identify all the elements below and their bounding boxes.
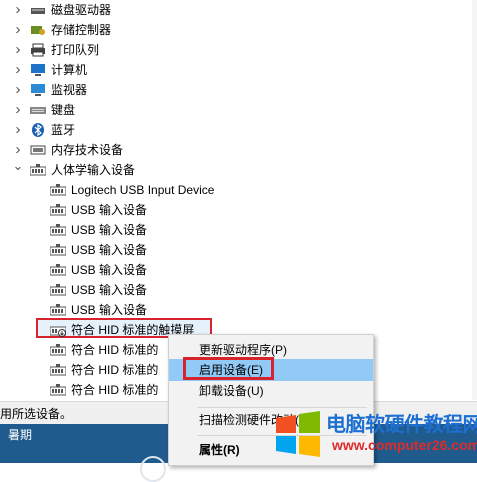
tree-device-item[interactable]: USB 输入设备 — [0, 220, 400, 240]
scrollbar-track[interactable] — [472, 0, 477, 400]
watermark-url: www.computer26.com — [332, 437, 477, 453]
tree-category-item[interactable]: › 打印队列 — [0, 40, 400, 60]
tree-item-label: USB 输入设备 — [71, 243, 148, 257]
tree-item-label: 键盘 — [51, 103, 76, 117]
hid-disabled-icon — [49, 323, 67, 337]
tree-item-label: 符合 HID 标准的 — [71, 343, 159, 357]
hid-device-icon — [49, 183, 67, 197]
annotation-highlight-box — [183, 357, 274, 380]
tree-item-label: 蓝牙 — [51, 123, 76, 137]
hid-device-icon — [49, 243, 67, 257]
keyboard-icon — [30, 103, 46, 117]
menu-item-uninstall-device[interactable]: 卸载设备(U) — [169, 380, 373, 402]
tree-item-label: 符合 HID 标准的 — [71, 363, 159, 377]
tree-item-label: 计算机 — [51, 63, 88, 77]
tree-category-item[interactable]: › 计算机 — [0, 60, 400, 80]
hid-device-icon — [49, 283, 67, 297]
tree-item-label: 内存技术设备 — [51, 143, 124, 157]
disk-drive-icon — [30, 3, 46, 17]
taskbar-circle-icon[interactable] — [140, 456, 166, 482]
hid-device-icon — [49, 263, 67, 277]
chevron-right-icon[interactable]: › — [12, 0, 24, 20]
printer-icon — [30, 43, 46, 57]
tree-item-label: USB 输入设备 — [71, 203, 148, 217]
chevron-right-icon[interactable]: › — [12, 120, 24, 140]
tree-item-label: 打印队列 — [51, 43, 100, 57]
bluetooth-icon — [30, 123, 46, 137]
tree-item-label: 监视器 — [51, 83, 88, 97]
tree-item-label: 符合 HID 标准的 — [71, 383, 159, 397]
menu-item-label: 属性(R) — [199, 443, 240, 457]
tree-item-label: 磁盘驱动器 — [51, 3, 112, 17]
watermark-title: 电脑软硬件教程网 — [326, 414, 477, 436]
hid-device-icon — [49, 363, 67, 377]
hid-device-icon — [49, 343, 67, 357]
computer-icon — [30, 63, 46, 77]
storage-controller-icon — [30, 23, 46, 37]
chevron-right-icon[interactable]: › — [12, 40, 24, 60]
menu-item-label: 卸载设备(U) — [199, 384, 264, 398]
chevron-right-icon[interactable]: › — [12, 100, 24, 120]
tree-category-item[interactable]: › 磁盘驱动器 — [0, 0, 400, 20]
tree-category-item[interactable]: › 蓝牙 — [0, 120, 400, 140]
chevron-right-icon[interactable]: › — [12, 80, 24, 100]
tree-category-item[interactable]: › 内存技术设备 — [0, 140, 400, 160]
tree-device-item[interactable]: USB 输入设备 — [0, 300, 400, 320]
tree-category-item[interactable]: › 监视器 — [0, 80, 400, 100]
tree-device-item[interactable]: USB 输入设备 — [0, 200, 400, 220]
tree-category-item[interactable]: › 存储控制器 — [0, 20, 400, 40]
chevron-down-icon[interactable]: ⌄ — [12, 156, 24, 176]
taskbar-text: 暑期 — [8, 428, 33, 442]
chevron-right-icon[interactable]: › — [12, 60, 24, 80]
tree-item-label: USB 输入设备 — [71, 263, 148, 277]
chevron-right-icon[interactable]: › — [12, 20, 24, 40]
hid-device-icon — [49, 203, 67, 217]
watermark: 电脑软硬件教程网 www.computer26.com — [270, 406, 477, 463]
tree-item-label: Logitech USB Input Device — [71, 183, 215, 197]
windows-logo-icon — [276, 411, 320, 457]
tree-device-item[interactable]: Logitech USB Input Device — [0, 180, 400, 200]
hid-device-icon — [29, 163, 47, 177]
hid-device-icon — [49, 303, 67, 317]
status-text: 用所选设备。 — [0, 407, 73, 421]
hid-device-icon — [49, 383, 67, 397]
tree-item-label: 人体学输入设备 — [51, 163, 136, 177]
tree-device-item[interactable]: USB 输入设备 — [0, 280, 400, 300]
tree-item-label: 存储控制器 — [51, 23, 112, 37]
tree-category-item[interactable]: › 键盘 — [0, 100, 400, 120]
tree-item-label: USB 输入设备 — [71, 223, 148, 237]
hid-device-icon — [49, 223, 67, 237]
tree-item-label: USB 输入设备 — [71, 283, 148, 297]
monitor-icon — [30, 83, 46, 97]
tree-item-label: USB 输入设备 — [71, 303, 148, 317]
tree-device-item[interactable]: USB 输入设备 — [0, 260, 400, 280]
memory-device-icon — [30, 143, 46, 157]
tree-device-item[interactable]: USB 输入设备 — [0, 240, 400, 260]
tree-category-item[interactable]: ⌄ 人体学输入设备 — [0, 158, 400, 180]
